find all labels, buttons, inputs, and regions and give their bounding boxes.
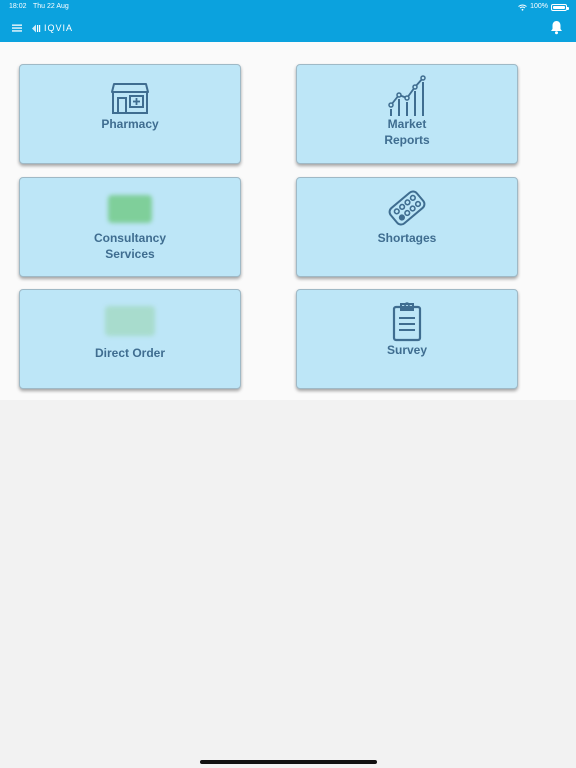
- bar-chart-trend-icon: [388, 75, 426, 116]
- tile-direct-order-label: Direct Order: [94, 346, 166, 360]
- status-bar: 18:02 Thu 22 Aug 100%: [0, 0, 576, 14]
- status-indicators: 100%: [518, 0, 569, 14]
- home-indicator[interactable]: [200, 760, 377, 764]
- clipboard-icon: [392, 302, 422, 342]
- logo-text: IQVIA: [44, 23, 74, 33]
- tile-pharmacy-label: Pharmacy: [101, 117, 159, 131]
- iqvia-logo: IQVIA: [32, 22, 73, 34]
- pill-blister-icon: [388, 190, 426, 226]
- tile-consultancy-services[interactable]: Consultancy Services: [19, 177, 241, 277]
- tile-consultancy-line2: Services: [105, 247, 155, 261]
- tile-consultancy-services-label: Consultancy Services: [20, 230, 240, 262]
- tile-survey[interactable]: Survey: [296, 289, 518, 389]
- tile-consultancy-line1: Consultancy: [93, 231, 166, 245]
- hamburger-menu-icon[interactable]: [11, 22, 23, 34]
- tile-market-reports-label: Market Reports: [297, 116, 517, 148]
- bell-icon[interactable]: [550, 20, 563, 35]
- tile-shortages-label: Shortages: [377, 231, 437, 245]
- battery-icon: [551, 3, 569, 11]
- wifi-icon: [518, 4, 527, 11]
- battery-percent: 100%: [530, 3, 548, 10]
- app-header: 18:02 Thu 22 Aug 100% IQVIA: [0, 0, 576, 42]
- tile-market-reports[interactable]: Market Reports: [296, 64, 518, 164]
- tile-market-reports-line1: Market: [387, 117, 427, 131]
- tile-survey-label: Survey: [386, 343, 428, 357]
- iqvia-logo-mark-icon: [32, 24, 41, 32]
- blurred-consultancy-icon: [108, 195, 152, 223]
- tile-shortages[interactable]: Shortages: [296, 177, 518, 277]
- status-time: 18:02: [9, 3, 27, 10]
- blurred-direct-order-icon: [105, 306, 155, 336]
- dashboard-grid: Pharmacy Market Reports Consultancy Serv…: [0, 42, 576, 400]
- pharmacy-store-icon: [111, 83, 149, 114]
- toolbar: IQVIA: [0, 14, 576, 42]
- status-date: Thu 22 Aug: [33, 3, 69, 10]
- tile-direct-order[interactable]: Direct Order: [19, 289, 241, 389]
- tile-pharmacy[interactable]: Pharmacy: [19, 64, 241, 164]
- tile-market-reports-line2: Reports: [384, 133, 430, 147]
